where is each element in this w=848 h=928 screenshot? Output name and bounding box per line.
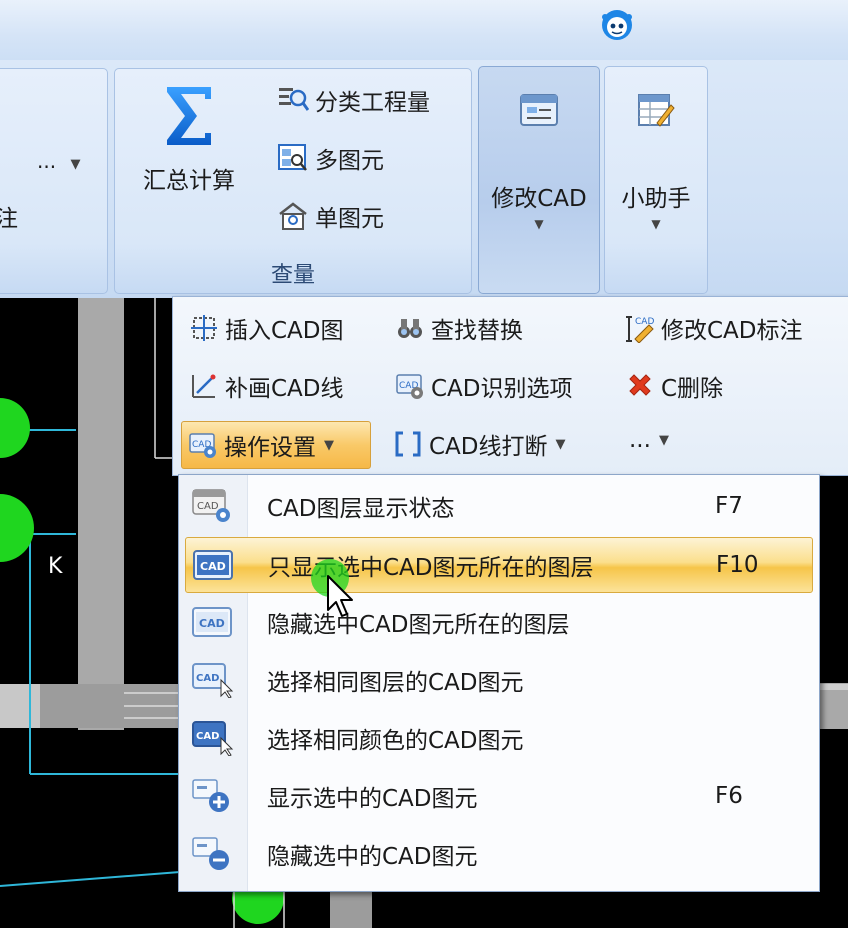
- multi-element-label: 多图元: [315, 148, 384, 174]
- more-tools-label: ...: [629, 427, 651, 453]
- category-quantity-label: 分类工程量: [315, 90, 430, 116]
- svg-text:CAD: CAD: [200, 560, 226, 573]
- cad-options-icon: CAD: [396, 374, 423, 399]
- cad-select-layer-icon: CAD: [192, 663, 234, 698]
- single-element-button[interactable]: 单图元: [277, 199, 384, 233]
- ribbon-group-query: 汇总计算 分类工程量 多图元 单图元 查量: [114, 68, 472, 294]
- modify-cad-label: 修改CAD: [491, 186, 587, 212]
- modify-cad-button[interactable]: 修改CAD ▼: [478, 66, 600, 294]
- menu-item-hide-selected-layer[interactable]: CAD 隐藏选中CAD图元所在的图层: [185, 595, 811, 649]
- cad-tools-dropdown: 插入CAD图 查找替换 CAD 修改CAD标注 补画CAD线 CAD CAD识别…: [172, 296, 848, 476]
- redraw-line-icon: [192, 374, 216, 398]
- annotation-pen-icon: CAD: [626, 316, 654, 343]
- multi-element-button[interactable]: 多图元: [277, 141, 384, 175]
- menu-item-label: CAD图层显示状态: [267, 496, 455, 522]
- binoculars-icon: [398, 319, 422, 338]
- operation-settings-button[interactable]: CAD 操作设置 ▼: [181, 421, 371, 469]
- chevron-down-icon: ▼: [651, 217, 661, 231]
- modify-cad-annotation-button[interactable]: CAD 修改CAD标注: [625, 311, 803, 345]
- ribbon-partial-label: 注: [0, 206, 18, 232]
- menu-item-label: 选择相同图层的CAD图元: [267, 670, 524, 696]
- menu-item-show-selected-elements[interactable]: 显示选中的CAD图元 F6: [185, 769, 811, 823]
- sum-calc-label: 汇总计算: [143, 168, 235, 194]
- layer-settings-icon: CAD: [192, 489, 230, 522]
- hide-minus-icon: [192, 837, 229, 870]
- cad-settings-icon: CAD: [189, 433, 216, 458]
- insert-cad-label: 插入CAD图: [225, 318, 344, 344]
- insert-cad-button[interactable]: 插入CAD图: [189, 311, 344, 345]
- operation-settings-label: 操作设置: [224, 435, 316, 461]
- cad-select-color-icon: CAD: [192, 721, 234, 756]
- chevron-down-icon: ▼: [70, 157, 81, 172]
- menu-item-show-only-selected-layer[interactable]: CAD 只显示选中CAD图元所在的图层 F10: [185, 537, 813, 593]
- cad-window-icon: [520, 94, 558, 126]
- redraw-cad-line-button[interactable]: 补画CAD线: [189, 369, 344, 403]
- svg-text:CAD: CAD: [196, 731, 219, 742]
- assistant-label: 小助手: [621, 186, 691, 212]
- single-element-label: 单图元: [315, 206, 384, 232]
- cad-text-label: K: [48, 554, 63, 579]
- menu-item-select-same-layer[interactable]: CAD 选择相同图层的CAD图元: [185, 653, 811, 707]
- operation-settings-menu: CAD CAD图层显示状态 F7 CAD 只显示选中CAD图元所在的图层 F10…: [178, 474, 820, 892]
- query-group-label: 查量: [270, 263, 315, 288]
- insert-cad-icon: [191, 315, 217, 341]
- cad-recognition-options-button[interactable]: CAD CAD识别选项: [395, 369, 573, 403]
- menu-item-shortcut: F7: [715, 493, 743, 519]
- svg-text:CAD: CAD: [197, 501, 219, 512]
- svg-text:CAD: CAD: [196, 673, 219, 684]
- ribbon: 注 ... ▼ 汇总计算 分类工程量 多图元 单图元 查量 修改CAD ▼ 小助…: [0, 60, 848, 299]
- cad-line-break-button[interactable]: CAD线打断 ▼: [393, 427, 566, 461]
- more-ellipsis: ...: [37, 149, 57, 173]
- category-quantity-button[interactable]: 分类工程量: [277, 83, 430, 117]
- svg-text:CAD: CAD: [635, 317, 654, 327]
- show-plus-icon: [192, 779, 229, 812]
- cad-only-icon: CAD: [193, 550, 233, 580]
- title-bar: [0, 0, 848, 60]
- find-replace-label: 查找替换: [431, 318, 523, 344]
- modify-cad-annotation-label: 修改CAD标注: [661, 318, 803, 344]
- single-element-icon: [279, 202, 307, 230]
- menu-item-select-same-color[interactable]: CAD 选择相同颜色的CAD图元: [185, 711, 811, 765]
- chevron-down-icon: ▼: [324, 437, 334, 453]
- bracket-break-icon: [395, 431, 421, 457]
- assistant-button[interactable]: 小助手 ▼: [604, 66, 708, 294]
- table-edit-icon: [638, 94, 675, 127]
- menu-item-label: 显示选中的CAD图元: [267, 786, 478, 812]
- multi-element-icon: [278, 144, 307, 171]
- chevron-down-icon: ▼: [555, 436, 566, 452]
- cad-hide-icon: CAD: [192, 607, 232, 637]
- mouse-cursor-icon: [311, 559, 353, 617]
- redraw-cad-line-label: 补画CAD线: [225, 376, 344, 402]
- menu-item-label: 选择相同颜色的CAD图元: [267, 728, 524, 754]
- category-search-icon: [279, 88, 309, 111]
- more-dropdown[interactable]: ... ▼: [37, 149, 80, 173]
- delete-x-icon: [629, 374, 651, 396]
- chevron-down-icon: ▼: [658, 432, 669, 448]
- c-delete-label: C删除: [661, 376, 724, 402]
- svg-text:CAD: CAD: [199, 617, 225, 630]
- sigma-icon: [167, 87, 211, 145]
- menu-item-hide-selected-elements[interactable]: 隐藏选中的CAD图元: [185, 827, 811, 881]
- menu-item-label: 隐藏选中的CAD图元: [267, 844, 478, 870]
- menu-item-shortcut: F10: [716, 552, 759, 578]
- more-tools-button[interactable]: ... ▼: [629, 427, 669, 453]
- ribbon-group-partial: 注 ... ▼: [0, 68, 108, 294]
- find-replace-button[interactable]: 查找替换: [395, 311, 523, 345]
- c-delete-button[interactable]: C删除: [625, 369, 723, 403]
- cad-line-break-label: CAD线打断: [429, 434, 548, 460]
- mascot-icon[interactable]: [600, 8, 634, 42]
- chevron-down-icon: ▼: [534, 217, 544, 231]
- cad-recognition-options-label: CAD识别选项: [431, 376, 573, 402]
- sum-calc-button[interactable]: 汇总计算: [129, 83, 249, 195]
- menu-item-layer-display-state[interactable]: CAD CAD图层显示状态 F7: [185, 479, 811, 533]
- menu-item-shortcut: F6: [715, 783, 743, 809]
